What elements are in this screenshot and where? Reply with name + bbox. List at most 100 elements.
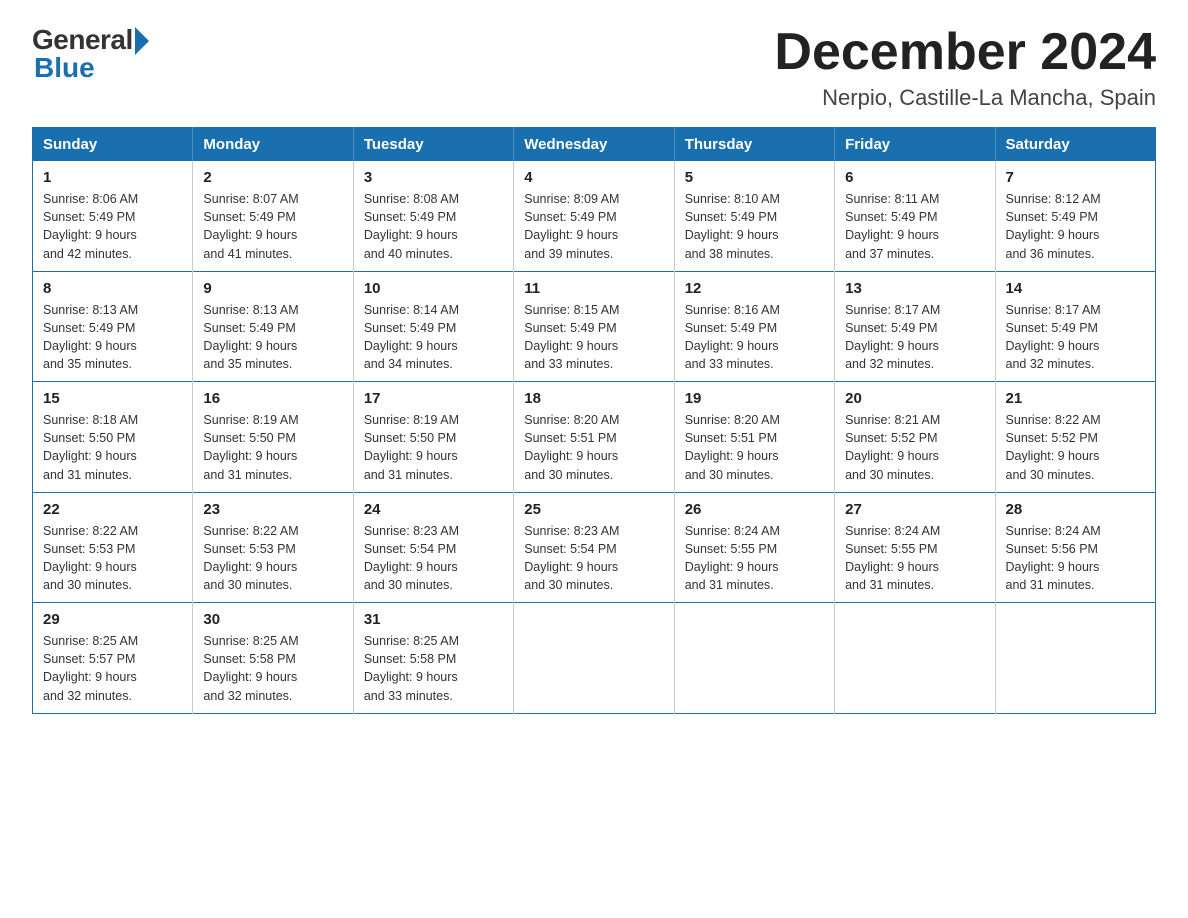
day-number: 2 — [203, 169, 342, 186]
day-number: 11 — [524, 280, 663, 297]
week-row-4: 22 Sunrise: 8:22 AMSunset: 5:53 PMDayligh… — [33, 492, 1156, 603]
day-info: Sunrise: 8:11 AMSunset: 5:49 PMDaylight:… — [845, 190, 984, 263]
day-number: 28 — [1006, 501, 1145, 518]
day-info: Sunrise: 8:22 AMSunset: 5:53 PMDaylight:… — [43, 522, 182, 595]
calendar-cell: 5 Sunrise: 8:10 AMSunset: 5:49 PMDaylight… — [674, 161, 834, 271]
day-info: Sunrise: 8:24 AMSunset: 5:55 PMDaylight:… — [845, 522, 984, 595]
day-number: 20 — [845, 390, 984, 407]
day-number: 26 — [685, 501, 824, 518]
day-info: Sunrise: 8:24 AMSunset: 5:55 PMDaylight:… — [685, 522, 824, 595]
day-info: Sunrise: 8:10 AMSunset: 5:49 PMDaylight:… — [685, 190, 824, 263]
week-row-2: 8 Sunrise: 8:13 AMSunset: 5:49 PMDaylight… — [33, 271, 1156, 382]
day-number: 8 — [43, 280, 182, 297]
day-info: Sunrise: 8:23 AMSunset: 5:54 PMDaylight:… — [524, 522, 663, 595]
day-info: Sunrise: 8:14 AMSunset: 5:49 PMDaylight:… — [364, 301, 503, 374]
day-info: Sunrise: 8:25 AMSunset: 5:57 PMDaylight:… — [43, 632, 182, 705]
day-info: Sunrise: 8:25 AMSunset: 5:58 PMDaylight:… — [203, 632, 342, 705]
calendar-cell: 21 Sunrise: 8:22 AMSunset: 5:52 PMDayligh… — [995, 382, 1155, 493]
day-info: Sunrise: 8:15 AMSunset: 5:49 PMDaylight:… — [524, 301, 663, 374]
location-title: Nerpio, Castille-La Mancha, Spain — [774, 85, 1156, 111]
day-number: 30 — [203, 611, 342, 628]
calendar-cell — [514, 603, 674, 714]
logo-blue-text: Blue — [34, 52, 95, 84]
day-number: 29 — [43, 611, 182, 628]
calendar-cell: 12Sunrise: 8:16 AMSunset: 5:49 PMDayligh… — [674, 271, 834, 382]
day-info: Sunrise: 8:20 AMSunset: 5:51 PMDaylight:… — [524, 411, 663, 484]
calendar-cell: 4 Sunrise: 8:09 AMSunset: 5:49 PMDaylight… — [514, 161, 674, 271]
day-info: Sunrise: 8:09 AMSunset: 5:49 PMDaylight:… — [524, 190, 663, 263]
day-number: 3 — [364, 169, 503, 186]
day-number: 21 — [1006, 390, 1145, 407]
calendar-cell: 1 Sunrise: 8:06 AMSunset: 5:49 PMDaylight… — [33, 161, 193, 271]
day-number: 18 — [524, 390, 663, 407]
day-number: 19 — [685, 390, 824, 407]
header-tuesday: Tuesday — [353, 128, 513, 162]
day-number: 12 — [685, 280, 824, 297]
header-friday: Friday — [835, 128, 995, 162]
calendar-header: SundayMondayTuesdayWednesdayThursdayFrid… — [33, 128, 1156, 162]
calendar-cell: 24 Sunrise: 8:23 AMSunset: 5:54 PMDayligh… — [353, 492, 513, 603]
day-number: 1 — [43, 169, 182, 186]
week-row-5: 29 Sunrise: 8:25 AMSunset: 5:57 PMDayligh… — [33, 603, 1156, 714]
logo-arrow-icon — [135, 27, 149, 55]
calendar-cell: 28Sunrise: 8:24 AMSunset: 5:56 PMDayligh… — [995, 492, 1155, 603]
day-number: 14 — [1006, 280, 1145, 297]
header-thursday: Thursday — [674, 128, 834, 162]
calendar-cell: 13 Sunrise: 8:17 AMSunset: 5:49 PMDayligh… — [835, 271, 995, 382]
day-number: 24 — [364, 501, 503, 518]
header-sunday: Sunday — [33, 128, 193, 162]
day-number: 31 — [364, 611, 503, 628]
calendar-cell: 23 Sunrise: 8:22 AMSunset: 5:53 PMDayligh… — [193, 492, 353, 603]
title-block: December 2024 Nerpio, Castille-La Mancha… — [774, 24, 1156, 111]
day-info: Sunrise: 8:18 AMSunset: 5:50 PMDaylight:… — [43, 411, 182, 484]
calendar-cell: 9 Sunrise: 8:13 AMSunset: 5:49 PMDaylight… — [193, 271, 353, 382]
day-number: 6 — [845, 169, 984, 186]
day-number: 25 — [524, 501, 663, 518]
week-row-1: 1 Sunrise: 8:06 AMSunset: 5:49 PMDaylight… — [33, 161, 1156, 271]
day-info: Sunrise: 8:12 AMSunset: 5:49 PMDaylight:… — [1006, 190, 1145, 263]
calendar-cell: 11 Sunrise: 8:15 AMSunset: 5:49 PMDayligh… — [514, 271, 674, 382]
header-wednesday: Wednesday — [514, 128, 674, 162]
calendar-cell: 29 Sunrise: 8:25 AMSunset: 5:57 PMDayligh… — [33, 603, 193, 714]
calendar-cell: 19 Sunrise: 8:20 AMSunset: 5:51 PMDayligh… — [674, 382, 834, 493]
day-number: 4 — [524, 169, 663, 186]
calendar-cell: 2Sunrise: 8:07 AMSunset: 5:49 PMDaylight… — [193, 161, 353, 271]
day-number: 9 — [203, 280, 342, 297]
day-info: Sunrise: 8:13 AMSunset: 5:49 PMDaylight:… — [43, 301, 182, 374]
calendar-cell — [674, 603, 834, 714]
day-number: 23 — [203, 501, 342, 518]
calendar-cell: 16 Sunrise: 8:19 AMSunset: 5:50 PMDayligh… — [193, 382, 353, 493]
day-info: Sunrise: 8:22 AMSunset: 5:53 PMDaylight:… — [203, 522, 342, 595]
calendar-table: SundayMondayTuesdayWednesdayThursdayFrid… — [32, 127, 1156, 714]
day-number: 22 — [43, 501, 182, 518]
day-number: 27 — [845, 501, 984, 518]
calendar-cell: 3 Sunrise: 8:08 AMSunset: 5:49 PMDaylight… — [353, 161, 513, 271]
day-info: Sunrise: 8:08 AMSunset: 5:49 PMDaylight:… — [364, 190, 503, 263]
calendar-cell: 7Sunrise: 8:12 AMSunset: 5:49 PMDaylight… — [995, 161, 1155, 271]
day-info: Sunrise: 8:06 AMSunset: 5:49 PMDaylight:… — [43, 190, 182, 263]
day-info: Sunrise: 8:19 AMSunset: 5:50 PMDaylight:… — [203, 411, 342, 484]
day-info: Sunrise: 8:13 AMSunset: 5:49 PMDaylight:… — [203, 301, 342, 374]
logo: General Blue — [32, 24, 149, 84]
day-info: Sunrise: 8:23 AMSunset: 5:54 PMDaylight:… — [364, 522, 503, 595]
calendar-cell: 14 Sunrise: 8:17 AMSunset: 5:49 PMDayligh… — [995, 271, 1155, 382]
day-info: Sunrise: 8:17 AMSunset: 5:49 PMDaylight:… — [1006, 301, 1145, 374]
day-number: 16 — [203, 390, 342, 407]
calendar-cell: 27 Sunrise: 8:24 AMSunset: 5:55 PMDayligh… — [835, 492, 995, 603]
day-info: Sunrise: 8:21 AMSunset: 5:52 PMDaylight:… — [845, 411, 984, 484]
day-number: 17 — [364, 390, 503, 407]
month-title: December 2024 — [774, 24, 1156, 81]
day-info: Sunrise: 8:20 AMSunset: 5:51 PMDaylight:… — [685, 411, 824, 484]
day-number: 13 — [845, 280, 984, 297]
day-number: 10 — [364, 280, 503, 297]
day-number: 5 — [685, 169, 824, 186]
day-info: Sunrise: 8:17 AMSunset: 5:49 PMDaylight:… — [845, 301, 984, 374]
calendar-cell: 26 Sunrise: 8:24 AMSunset: 5:55 PMDayligh… — [674, 492, 834, 603]
calendar-cell: 18 Sunrise: 8:20 AMSunset: 5:51 PMDayligh… — [514, 382, 674, 493]
calendar-cell: 8 Sunrise: 8:13 AMSunset: 5:49 PMDaylight… — [33, 271, 193, 382]
calendar-cell: 30 Sunrise: 8:25 AMSunset: 5:58 PMDayligh… — [193, 603, 353, 714]
day-info: Sunrise: 8:22 AMSunset: 5:52 PMDaylight:… — [1006, 411, 1145, 484]
week-row-3: 15 Sunrise: 8:18 AMSunset: 5:50 PMDayligh… — [33, 382, 1156, 493]
day-info: Sunrise: 8:19 AMSunset: 5:50 PMDaylight:… — [364, 411, 503, 484]
day-number: 15 — [43, 390, 182, 407]
